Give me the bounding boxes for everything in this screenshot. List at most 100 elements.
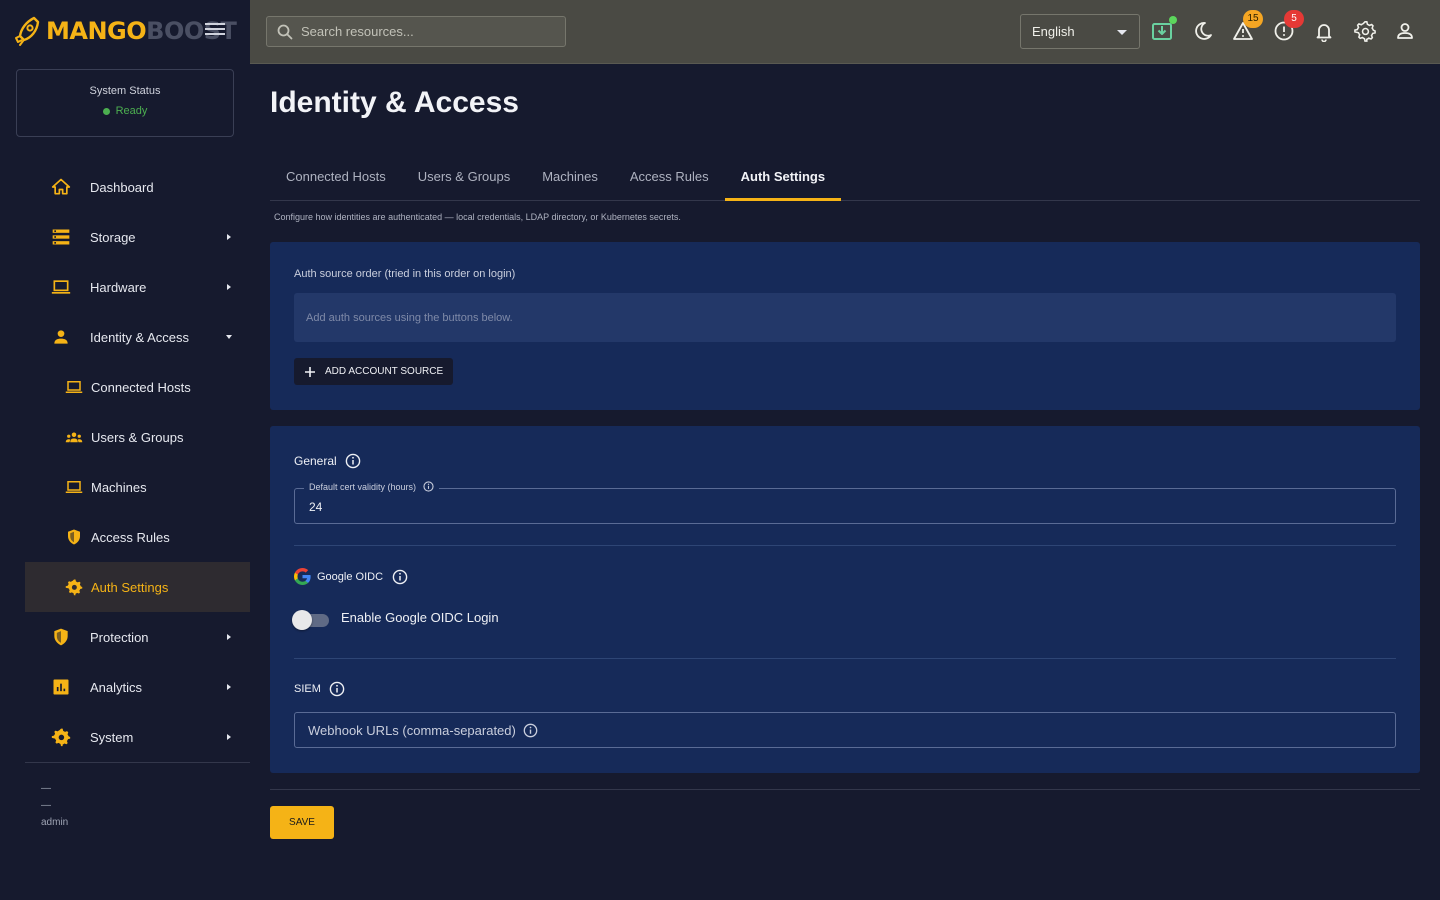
person-icon (54, 330, 68, 344)
add-account-source-label: ADD ACCOUNT SOURCE (325, 366, 444, 377)
settings-gear-icon[interactable] (1354, 20, 1376, 42)
webhook-urls-placeholder: Webhook URLs (comma-separated) (308, 722, 516, 738)
sidebar-item-label: Storage (90, 229, 136, 245)
download-update-icon[interactable] (1151, 16, 1177, 42)
cert-validity-legend: Default cert validity (hours) (304, 481, 440, 492)
sidebar-item-machines[interactable]: Machines (25, 462, 250, 512)
save-button[interactable]: SAVE (270, 806, 334, 839)
sidebar-item-label: Dashboard (90, 179, 154, 195)
status-title: System Status (89, 85, 161, 97)
add-account-source-button[interactable]: ADD ACCOUNT SOURCE (294, 358, 454, 385)
cert-validity-value: 24 (309, 500, 323, 514)
info-icon[interactable] (423, 481, 434, 492)
tab-machines[interactable]: Machines (526, 152, 614, 200)
sidebar-item-connected-hosts[interactable]: Connected Hosts (25, 362, 250, 412)
sidebar-item-label: Users & Groups (91, 429, 184, 445)
brand-logo[interactable]: MANGOBOOST (14, 14, 237, 48)
menu-toggle-icon[interactable] (205, 20, 225, 40)
sidebar-item-auth-settings[interactable]: Auth Settings (25, 562, 250, 612)
dark-mode-icon[interactable] (1192, 20, 1214, 42)
sidebar-item-label: System (90, 729, 134, 745)
info-icon[interactable] (523, 723, 538, 738)
gear-icon (65, 579, 83, 596)
home-icon (51, 178, 71, 195)
tab-connected-hosts[interactable]: Connected Hosts (270, 152, 402, 200)
search-box[interactable] (266, 16, 566, 47)
sidebar-item-analytics[interactable]: Analytics (25, 662, 250, 712)
cert-validity-label: Default cert validity (hours) (309, 481, 417, 492)
auth-order-label: Auth source order (tried in this order o… (294, 268, 516, 280)
google-oidc-title: Google OIDC (317, 570, 384, 583)
sidebar-divider (25, 762, 250, 763)
webhook-urls-input[interactable]: Webhook URLs (comma-separated) (294, 712, 1396, 748)
chevron-right-icon (227, 734, 231, 740)
general-section-title: General (294, 453, 361, 469)
sidebar-item-protection[interactable]: Protection (25, 612, 250, 662)
sidebar-item-system[interactable]: System (25, 712, 250, 762)
chevron-right-icon (227, 684, 231, 690)
google-logo-icon (294, 568, 311, 585)
gear-icon (51, 728, 71, 747)
auth-source-list: Add auth sources using the buttons below… (294, 293, 1396, 342)
sidebar-item-storage[interactable]: Storage (25, 212, 250, 262)
laptop-icon (51, 280, 71, 294)
auth-settings-panel: General Default cert validity (hours) 24… (270, 426, 1420, 773)
status-dot-icon (102, 107, 110, 115)
laptop-icon (65, 481, 83, 493)
search-icon (277, 24, 293, 39)
footer-line-1: — (41, 783, 51, 794)
analytics-icon (53, 679, 69, 695)
groups-icon (65, 432, 83, 443)
storage-icon (52, 229, 70, 245)
section-divider (294, 545, 1396, 546)
info-icon[interactable] (392, 569, 408, 585)
google-oidc-toggle-label: Enable Google OIDC Login (341, 610, 499, 625)
warning-icon[interactable]: 15 (1232, 10, 1263, 42)
language-select[interactable]: English (1020, 14, 1140, 49)
sidebar-item-label: Hardware (90, 279, 147, 295)
tab-description: Configure how identities are authenticat… (274, 212, 681, 222)
sidebar-item-label: Access Rules (91, 529, 170, 545)
footer-line-2: — (41, 800, 51, 811)
shield-icon (68, 529, 80, 545)
errors-badge: 5 (1284, 10, 1304, 28)
section-divider (294, 658, 1396, 659)
google-oidc-section-title: Google OIDC (294, 568, 408, 585)
plus-icon (305, 366, 315, 377)
search-input[interactable] (301, 24, 551, 39)
sidebar-item-label: Connected Hosts (91, 379, 191, 395)
account-icon[interactable] (1394, 20, 1416, 42)
tab-auth-settings[interactable]: Auth Settings (724, 152, 842, 201)
sidebar-item-users-groups[interactable]: Users & Groups (25, 412, 250, 462)
info-icon[interactable] (329, 681, 345, 697)
info-icon[interactable] (345, 453, 361, 469)
shield-icon (54, 628, 68, 646)
auth-source-panel: Auth source order (tried in this order o… (270, 242, 1420, 410)
sidebar-item-dashboard[interactable]: Dashboard (25, 162, 250, 212)
sidebar-item-label: Identity & Access (90, 329, 189, 345)
footer-user: admin (41, 817, 69, 828)
chevron-right-icon (227, 634, 231, 640)
warnings-badge: 15 (1243, 10, 1263, 28)
sidebar-item-hardware[interactable]: Hardware (25, 262, 250, 312)
error-icon[interactable]: 5 (1273, 10, 1304, 42)
chevron-down-icon (226, 335, 232, 339)
sidebar-item-label: Auth Settings (91, 579, 169, 595)
system-status-card: System Status Ready (16, 69, 234, 137)
rocket-icon (15, 16, 40, 46)
status-indicator: Ready (17, 105, 233, 117)
update-dot (1169, 16, 1177, 24)
sidebar-item-access-rules[interactable]: Access Rules (25, 512, 250, 562)
general-title: General (294, 454, 337, 468)
page-title: Identity & Access (270, 86, 519, 119)
caret-down-icon (1117, 30, 1127, 35)
sidebar-item-identity-access[interactable]: Identity & Access (25, 312, 250, 362)
bell-icon[interactable] (1313, 20, 1335, 43)
cert-validity-field[interactable]: Default cert validity (hours) 24 (294, 481, 1396, 524)
toggle-thumb (292, 610, 312, 630)
sidebar-item-label: Machines (91, 479, 147, 495)
google-oidc-toggle[interactable] (292, 609, 330, 630)
tab-access-rules[interactable]: Access Rules (614, 152, 725, 200)
sidebar-item-label: Analytics (90, 679, 143, 695)
tab-users-groups[interactable]: Users & Groups (402, 152, 526, 200)
